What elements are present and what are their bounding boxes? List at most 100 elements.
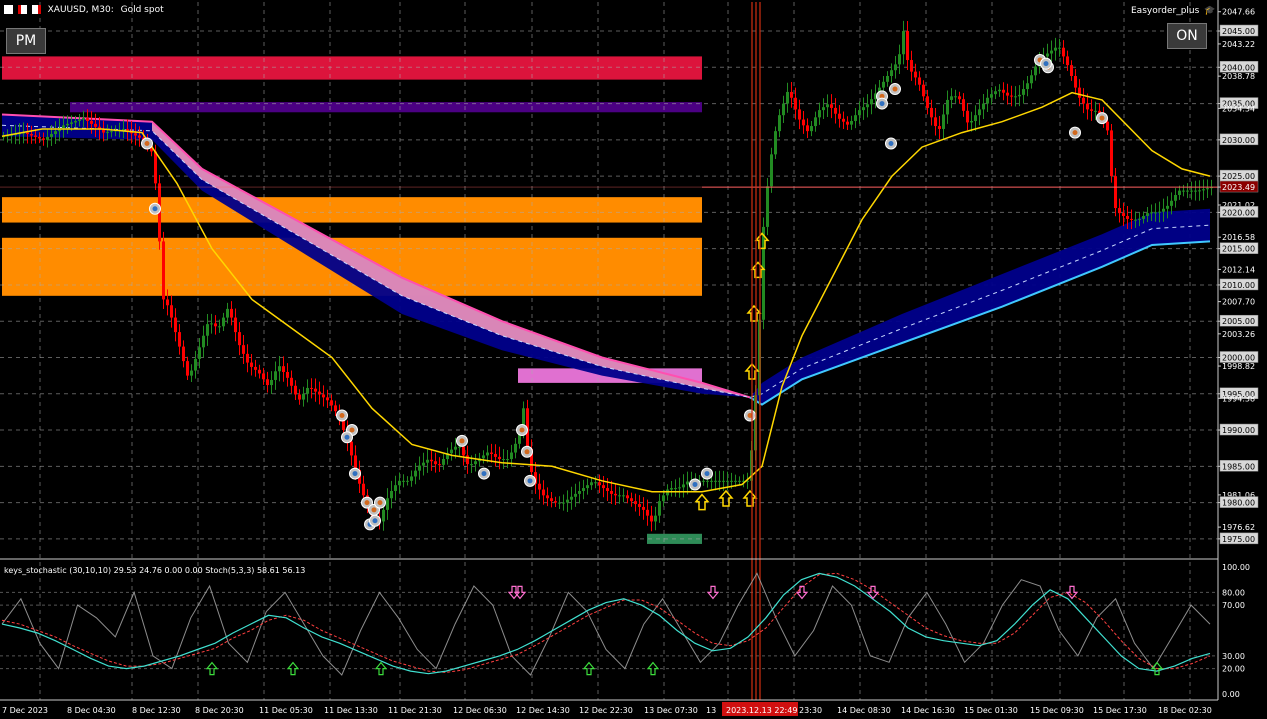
- time-axis-label: 2023.12.13 22:49: [726, 706, 797, 715]
- bull-candle: [986, 97, 989, 104]
- time-axis-label: 8 Dec 20:30: [195, 706, 244, 715]
- bear-candle: [1070, 65, 1073, 76]
- time-axis-label: 12 Dec 06:30: [453, 706, 507, 715]
- bull-candle: [422, 462, 425, 466]
- indicator-level-label: 70.00: [1222, 601, 1245, 610]
- bull-candle: [506, 459, 509, 461]
- sell-signal-circle-core: [144, 140, 150, 146]
- bear-candle: [182, 346, 185, 362]
- bull-candle: [870, 99, 873, 105]
- bear-candle: [1110, 130, 1113, 177]
- bear-candle: [438, 464, 441, 466]
- bull-candle: [122, 128, 125, 130]
- price-axis-label: 2015.00: [1222, 245, 1255, 254]
- bull-candle: [578, 490, 581, 494]
- bull-candle: [1182, 190, 1185, 192]
- bull-candle: [850, 120, 853, 125]
- bear-candle: [846, 121, 849, 125]
- trading-chart[interactable]: 2047.662045.002043.222040.002038.782035.…: [0, 0, 1267, 719]
- price-axis-label: 1980.00: [1222, 499, 1255, 508]
- bear-candle: [330, 400, 333, 406]
- indicator-level-label: 100.00: [1222, 563, 1250, 572]
- time-axis-label: 15 Dec 09:30: [1030, 706, 1084, 715]
- bull-candle: [198, 347, 201, 359]
- bull-candle: [74, 120, 77, 123]
- bull-candle: [826, 104, 829, 108]
- bull-candle: [46, 136, 49, 140]
- bull-candle: [426, 459, 429, 463]
- ea-name: Easyorder_plus: [1131, 6, 1200, 16]
- bear-candle: [310, 387, 313, 389]
- bull-candle: [1014, 96, 1017, 98]
- bear-candle: [926, 96, 929, 108]
- bear-candle: [554, 501, 557, 503]
- bull-candle: [510, 452, 513, 460]
- pm-button[interactable]: PM: [6, 28, 46, 54]
- sell-signal-circle-core: [519, 427, 525, 433]
- bear-candle: [326, 397, 329, 401]
- bear-candle: [542, 489, 545, 496]
- bear-candle: [30, 134, 33, 136]
- bull-candle: [882, 81, 885, 88]
- bear-candle: [1078, 87, 1081, 98]
- buy-signal-circle-core: [888, 140, 894, 146]
- bull-candle: [1170, 200, 1173, 206]
- buy-signal-circle-core: [372, 518, 378, 524]
- bear-candle: [314, 388, 317, 392]
- bear-candle: [134, 133, 137, 136]
- bull-candle: [1138, 218, 1141, 220]
- bull-candle: [778, 115, 781, 132]
- bear-candle: [802, 119, 805, 126]
- up-arrow-signal: [746, 304, 762, 322]
- symbol-label: XAUUSD, M30:: [47, 5, 114, 15]
- bear-candle: [1114, 176, 1117, 209]
- bull-candle: [450, 449, 453, 454]
- bear-candle: [166, 299, 169, 306]
- window-menu-icon[interactable]: [4, 5, 13, 14]
- bear-candle: [430, 459, 433, 462]
- time-axis-label: 8 Dec 04:30: [67, 706, 116, 715]
- bull-candle: [970, 120, 973, 123]
- bear-candle: [38, 136, 41, 139]
- bull-candle: [998, 89, 1001, 92]
- bear-candle: [918, 77, 921, 85]
- bull-candle: [1154, 212, 1157, 214]
- bear-candle: [234, 317, 237, 333]
- bear-candle: [42, 138, 45, 140]
- bear-candle: [1090, 109, 1093, 111]
- bear-candle: [250, 362, 253, 367]
- bull-candle: [486, 452, 489, 456]
- indicator-level-label: 20.00: [1222, 665, 1245, 674]
- bull-candle: [622, 495, 625, 497]
- bull-candle: [994, 91, 997, 95]
- bear-candle: [318, 391, 321, 395]
- bull-candle: [202, 335, 205, 348]
- bull-candle: [474, 461, 477, 465]
- bull-candle: [774, 131, 777, 155]
- on-button[interactable]: ON: [1167, 23, 1207, 49]
- stoch-sell-arrow: [706, 585, 720, 600]
- bear-candle: [630, 498, 633, 502]
- bull-candle: [82, 118, 85, 120]
- bull-candle: [270, 379, 273, 386]
- time-axis-label: 7 Dec 2023: [2, 706, 48, 715]
- bull-candle: [1198, 190, 1201, 192]
- bull-candle: [1146, 213, 1149, 217]
- bull-candle: [418, 465, 421, 471]
- bull-candle: [686, 481, 689, 485]
- bear-candle: [910, 60, 913, 72]
- sell-signal-circle-core: [892, 86, 898, 92]
- price-axis-label: 2020.00: [1222, 208, 1255, 217]
- bear-candle: [290, 377, 293, 386]
- bull-candle: [990, 94, 993, 98]
- price-axis-label: 1998.82: [1222, 362, 1255, 371]
- bull-candle: [706, 480, 709, 482]
- bull-candle: [854, 115, 857, 121]
- bull-candle: [562, 502, 565, 504]
- price-axis-label: 1976.62: [1222, 523, 1255, 532]
- price-axis-label: 2003.26: [1222, 330, 1255, 339]
- bear-candle: [34, 135, 37, 137]
- bull-candle: [738, 480, 741, 482]
- bear-candle: [606, 488, 609, 491]
- bear-candle: [830, 104, 833, 108]
